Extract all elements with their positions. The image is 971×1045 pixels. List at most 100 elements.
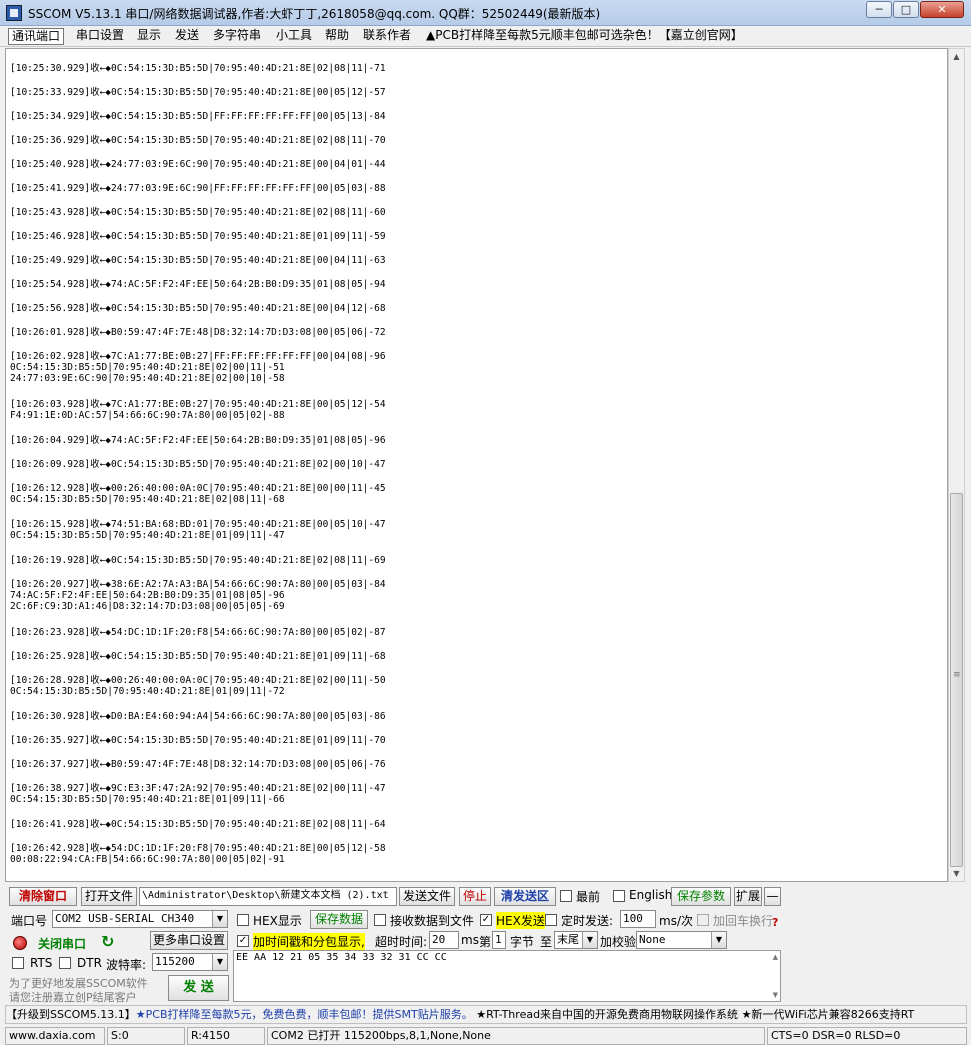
send-file-button[interactable]: 发送文件: [399, 887, 455, 906]
log-line: 2C:6F:C9:3D:A1:46|D8:32:14:7D:D3:08|00|0…: [10, 601, 285, 612]
checksum-select[interactable]: None ▼: [636, 931, 727, 949]
scroll-thumb[interactable]: [950, 493, 963, 867]
hex-send-checkbox[interactable]: ✓: [480, 914, 492, 926]
scroll-down-icon[interactable]: ▼: [949, 866, 964, 881]
window-title: SSCOM V5.13.1 串口/网络数据调试器,作者:大虾丁丁,2618058…: [28, 7, 601, 21]
send-scroll-down-icon[interactable]: ▼: [773, 991, 778, 999]
refresh-icon[interactable]: ↻: [101, 932, 114, 951]
hex-display-checkbox[interactable]: [237, 914, 249, 926]
ticker-wifi[interactable]: ★新一代WiFi芯片兼容8266支持RT: [742, 1008, 915, 1021]
help-question-icon[interactable]: ?: [772, 916, 778, 929]
expand-button[interactable]: 扩展: [734, 887, 762, 906]
stop-button[interactable]: 停止: [459, 887, 491, 906]
log-line: [10:25:30.929]收←◆0C:54:15:3D:B5:5D|70:95…: [10, 63, 386, 74]
scroll-up-icon[interactable]: ▲: [949, 49, 964, 64]
log-line: [10:26:25.928]收←◆0C:54:15:3D:B5:5D|70:95…: [10, 651, 386, 662]
maximize-button[interactable]: □: [893, 1, 919, 18]
log-line: [10:26:30.928]收←◆D0:BA:E4:60:94:A4|54:66…: [10, 711, 386, 722]
close-window-button[interactable]: ✕: [920, 1, 964, 18]
receive-log[interactable]: [10:25:30.929]收←◆0C:54:15:3D:B5:5D|70:95…: [5, 48, 948, 882]
timed-send-checkbox[interactable]: [545, 914, 557, 926]
send-scroll-up-icon[interactable]: ▲: [773, 953, 778, 961]
interval-unit: ms/次: [659, 914, 693, 928]
port-label: 端口号: [11, 914, 48, 928]
close-port-button[interactable]: 关闭串口: [38, 935, 86, 952]
menu-pcb-promo[interactable]: ▲PCB打样降至每款5元顺丰包邮可选杂色！【嘉立创官网】: [423, 28, 746, 45]
open-file-button[interactable]: 打开文件: [81, 887, 137, 906]
clear-send-button[interactable]: 清发送区: [494, 887, 556, 906]
log-line: [10:26:42.928]收←◆54:DC:1D:1F:20:F8|70:95…: [10, 843, 386, 854]
minimize-button[interactable]: ─: [866, 1, 892, 18]
menu-comm-port[interactable]: 通讯端口: [8, 28, 65, 45]
menu-port-settings[interactable]: 串口设置: [73, 28, 127, 45]
ticker-pcb-link[interactable]: ★PCB打样降至每款5元，免费色费，顺丰包邮！提供SMT贴片服务。: [136, 1008, 473, 1021]
clear-window-button[interactable]: 清除窗口: [9, 887, 77, 906]
ticker-prefix: 【升级到SSCOM5.13.1】: [6, 1008, 136, 1021]
english-checkbox[interactable]: [613, 890, 625, 902]
interval-input[interactable]: 100: [620, 910, 656, 928]
status-site[interactable]: www.daxia.com: [5, 1027, 105, 1045]
log-line: [10:26:23.928]收←◆54:DC:1D:1F:20:F8|54:66…: [10, 627, 386, 638]
baud-label: 波特率:: [106, 958, 147, 972]
port-select[interactable]: COM2 USB-SERIAL CH340 ▼: [52, 910, 228, 928]
log-line: [10:25:49.929]收←◆0C:54:15:3D:B5:5D|70:95…: [10, 255, 386, 266]
menu-multi-string[interactable]: 多字符串: [210, 28, 264, 45]
menu-send[interactable]: 发送: [172, 28, 202, 45]
append-crlf-checkbox[interactable]: [697, 914, 709, 926]
log-line: [10:25:33.929]收←◆0C:54:15:3D:B5:5D|70:95…: [10, 87, 386, 98]
promo-line-2[interactable]: 请您注册嘉立创P结尾客户: [9, 989, 137, 1005]
collapse-button[interactable]: —: [764, 887, 781, 906]
log-line: [10:25:43.928]收←◆0C:54:15:3D:B5:5D|70:95…: [10, 207, 386, 218]
status-received: R:4150: [187, 1027, 265, 1045]
timestamp-checkbox[interactable]: ✓: [237, 935, 249, 947]
log-line: [10:25:34.929]收←◆0C:54:15:3D:B5:5D|FF:FF…: [10, 111, 386, 122]
send-input[interactable]: EE AA 12 21 05 35 34 33 32 31 CC CC ▲ ▼: [233, 950, 781, 1002]
timeout-input[interactable]: 20: [429, 931, 459, 949]
topmost-checkbox[interactable]: [560, 890, 572, 902]
title-bar: SSCOM V5.13.1 串口/网络数据调试器,作者:大虾丁丁,2618058…: [0, 0, 971, 26]
port-value: COM2 USB-SERIAL CH340: [55, 912, 195, 925]
menu-display[interactable]: 显示: [134, 28, 164, 45]
log-line: 74:AC:5F:F2:4F:EE|50:64:2B:B0:D9:35|01|0…: [10, 590, 285, 601]
recv-to-file-checkbox[interactable]: [374, 914, 386, 926]
log-line: [10:26:41.928]收←◆0C:54:15:3D:B5:5D|70:95…: [10, 819, 386, 830]
rts-label: RTS: [30, 956, 53, 970]
topmost-label: 最前: [576, 890, 601, 904]
to-select[interactable]: 末尾 ▼: [554, 931, 598, 949]
log-line: [10:25:41.929]收←◆24:77:03:9E:6C:90|FF:FF…: [10, 183, 386, 194]
save-params-button[interactable]: 保存参数: [671, 887, 731, 906]
log-line: [10:26:37.927]收←◆B0:59:47:4F:7E:48|D8:32…: [10, 759, 386, 770]
menu-contact-author[interactable]: 联系作者: [360, 28, 414, 45]
nth-input[interactable]: 1: [492, 931, 506, 949]
log-line: [10:26:35.927]收←◆0C:54:15:3D:B5:5D|70:95…: [10, 735, 386, 746]
log-line: [10:25:36.929]收←◆0C:54:15:3D:B5:5D|70:95…: [10, 135, 386, 146]
log-line: 00:08:22:94:CA:FB|54:66:6C:90:7A:80|00|0…: [10, 854, 285, 865]
rts-checkbox[interactable]: [12, 957, 24, 969]
baud-value: 115200: [155, 955, 195, 968]
append-crlf-label: 加回车换行: [713, 914, 774, 928]
chevron-down-icon: ▼: [212, 911, 227, 927]
hex-send-label: HEX发送: [496, 912, 545, 929]
baud-select[interactable]: 115200 ▼: [152, 953, 228, 971]
send-button[interactable]: 发 送: [168, 975, 229, 1001]
log-line: F4:91:1E:0D:AC:57|54:66:6C:90:7A:80|00|0…: [10, 410, 285, 421]
log-line: [10:26:19.928]收←◆0C:54:15:3D:B5:5D|70:95…: [10, 555, 386, 566]
more-port-settings-button[interactable]: 更多串口设置: [150, 931, 228, 950]
to-label: 至: [540, 935, 553, 949]
log-scrollbar[interactable]: ▲ ▼: [948, 48, 965, 882]
log-line: 0C:54:15:3D:B5:5D|70:95:40:4D:21:8E|01|0…: [10, 686, 285, 697]
checksum-label: 加校验: [600, 935, 637, 949]
chevron-down-icon: ▼: [582, 932, 597, 948]
menu-tools[interactable]: 小工具: [273, 28, 315, 45]
ticker-rtthread[interactable]: ★RT-Thread来自中国的开源免费商用物联网操作系统: [476, 1008, 738, 1021]
log-line: [10:26:04.929]收←◆74:AC:5F:F2:4F:EE|50:64…: [10, 435, 386, 446]
status-port: COM2 已打开 115200bps,8,1,None,None: [267, 1027, 765, 1045]
save-data-button[interactable]: 保存数据: [310, 910, 368, 929]
log-line: [10:26:28.928]收←◆00:26:40:00:0A:0C|70:95…: [10, 675, 386, 686]
file-path-input[interactable]: \Administrator\Desktop\新建文本文档 (2).txt: [139, 887, 397, 906]
log-line: [10:26:15.928]收←◆74:51:BA:68:BD:01|70:95…: [10, 519, 386, 530]
dtr-checkbox[interactable]: [59, 957, 71, 969]
menu-help[interactable]: 帮助: [322, 28, 352, 45]
timed-send-label: 定时发送:: [561, 914, 614, 928]
checksum-value: None: [639, 933, 666, 946]
